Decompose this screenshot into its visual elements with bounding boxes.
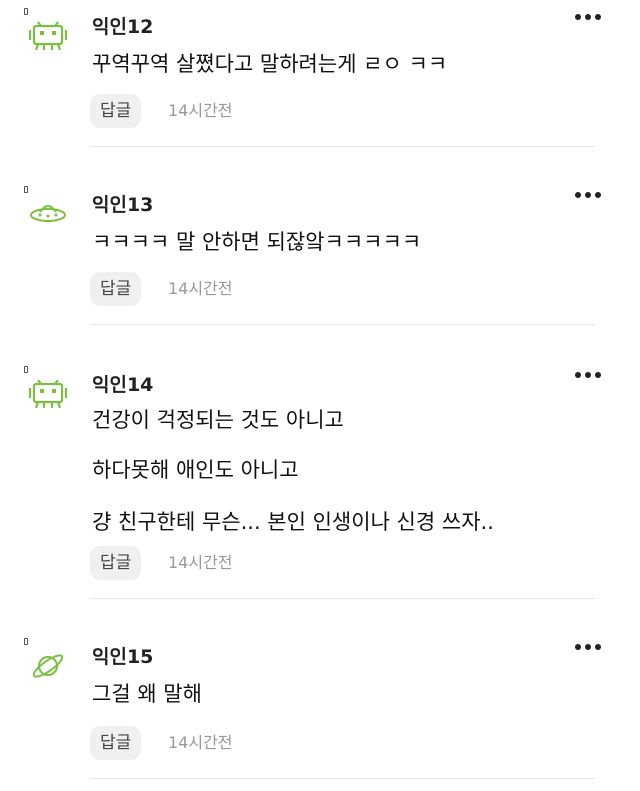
reply-button[interactable]: 답글 [90, 546, 142, 580]
reply-button[interactable]: 답글 [90, 726, 142, 760]
comment-text: 걍 친구한테 무슨... 본인 인생이나 신경 쓰자.. [92, 510, 494, 534]
divider [90, 324, 595, 325]
reply-button[interactable]: 답글 [90, 272, 142, 306]
pin-icon [24, 638, 28, 645]
planet-icon[interactable] [28, 650, 68, 682]
comment-timestamp: 14시간전 [168, 101, 233, 120]
reply-button[interactable]: 답글 [90, 94, 142, 128]
comment-timestamp: 14시간전 [168, 733, 233, 752]
comment-timestamp: 14시간전 [168, 553, 233, 572]
comment-text: 하다못해 애인도 아니고 [92, 458, 299, 482]
pin-icon [24, 366, 28, 373]
divider [90, 778, 595, 779]
comment-text: ㅋㅋㅋㅋ 말 안하면 되잖앜ㅋㅋㅋㅋㅋ [92, 230, 422, 254]
comment-text: 건강이 걱정되는 것도 아니고 [92, 408, 344, 432]
more-options-icon[interactable] [572, 364, 604, 386]
divider [90, 598, 595, 599]
comment-text: 꾸역꾸역 살쪘다고 말하려는게 ㄹㅇ ㅋㅋ [92, 52, 448, 76]
comment-author[interactable]: 익인13 [92, 190, 153, 217]
pin-icon [24, 8, 28, 15]
more-options-icon[interactable] [572, 184, 604, 206]
comment-author[interactable]: 익인12 [92, 12, 153, 39]
comment-text: 그걸 왜 말해 [92, 682, 202, 706]
pin-icon [24, 186, 28, 193]
comment-timestamp: 14시간전 [168, 279, 233, 298]
comment-author[interactable]: 익인14 [92, 370, 153, 397]
divider [90, 146, 595, 147]
comment-author[interactable]: 익인15 [92, 642, 153, 669]
more-options-icon[interactable] [572, 6, 604, 28]
ufo-icon[interactable] [28, 198, 68, 230]
space-invader-icon[interactable] [28, 378, 68, 410]
more-options-icon[interactable] [572, 636, 604, 658]
space-invader-icon[interactable] [28, 20, 68, 52]
